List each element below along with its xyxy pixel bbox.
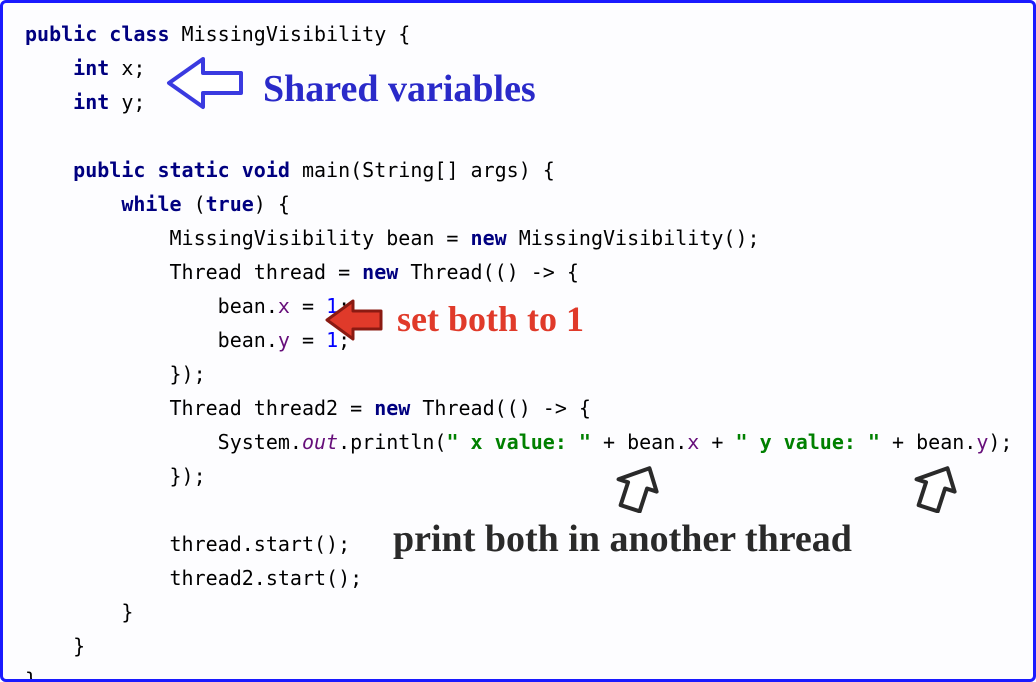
thread2-lhs: Thread thread2 = (25, 396, 374, 420)
str-xvalue: " x value: " (446, 430, 591, 454)
brace-close: } (25, 634, 85, 658)
kw-public-class: public class (25, 22, 182, 46)
main-decl: main(String[] args) { (302, 158, 555, 182)
bean-ref: bean (218, 294, 266, 318)
thread-start: thread.start(); (25, 532, 350, 556)
kw-true: true (206, 192, 254, 216)
semi: ; (338, 294, 350, 318)
bean-ref: bean (218, 328, 266, 352)
brace-close: } (25, 668, 37, 682)
thread2-lambda: Thread(() -> { (422, 396, 591, 420)
num-1: 1 (326, 294, 338, 318)
dot: . (266, 294, 278, 318)
kw-int: int (73, 90, 121, 114)
indent (25, 90, 73, 114)
field-ref-x: x (687, 430, 711, 454)
field-ref-y: y (278, 328, 302, 352)
bean-ref: bean (627, 430, 675, 454)
assign: = (302, 294, 326, 318)
paren-semi: ); (988, 430, 1012, 454)
field-x: x; (121, 56, 145, 80)
class-decl: MissingVisibility { (182, 22, 411, 46)
indent (25, 56, 73, 80)
str-yvalue: " y value: " (735, 430, 880, 454)
thread1-lhs: Thread thread = (25, 260, 362, 284)
code-figure: public class MissingVisibility { int x; … (0, 0, 1036, 682)
paren-brace: ) { (254, 192, 290, 216)
num-1: 1 (326, 328, 338, 352)
code-block: public class MissingVisibility { int x; … (25, 17, 1012, 682)
field-y: y; (121, 90, 145, 114)
indent (25, 294, 218, 318)
ctor-call: MissingVisibility(); (519, 226, 760, 250)
plus: + (880, 430, 916, 454)
dot: . (964, 430, 976, 454)
indent (25, 328, 218, 352)
thread1-lambda: Thread(() -> { (410, 260, 579, 284)
indent (25, 158, 73, 182)
semi: ; (338, 328, 350, 352)
kw-int: int (73, 56, 121, 80)
lambda-close: }); (25, 362, 206, 386)
kw-psv: public static void (73, 158, 302, 182)
kw-while: while (121, 192, 193, 216)
thread2-start: thread2.start(); (25, 566, 362, 590)
paren: ( (194, 192, 206, 216)
new-bean-lhs: MissingVisibility bean = (25, 226, 471, 250)
lambda-close: }); (25, 464, 206, 488)
assign: = (302, 328, 326, 352)
println-lhs: System. (25, 430, 302, 454)
dot: . (266, 328, 278, 352)
kw-new: new (374, 396, 422, 420)
brace-close: } (25, 600, 133, 624)
println-call: .println( (338, 430, 446, 454)
indent (25, 192, 121, 216)
kw-new: new (471, 226, 519, 250)
field-ref-x: x (278, 294, 302, 318)
plus: + (711, 430, 735, 454)
plus: + (591, 430, 627, 454)
bean-ref: bean (916, 430, 964, 454)
field-ref-y: y (976, 430, 988, 454)
kw-new: new (362, 260, 410, 284)
out-field: out (302, 430, 338, 454)
dot: . (675, 430, 687, 454)
